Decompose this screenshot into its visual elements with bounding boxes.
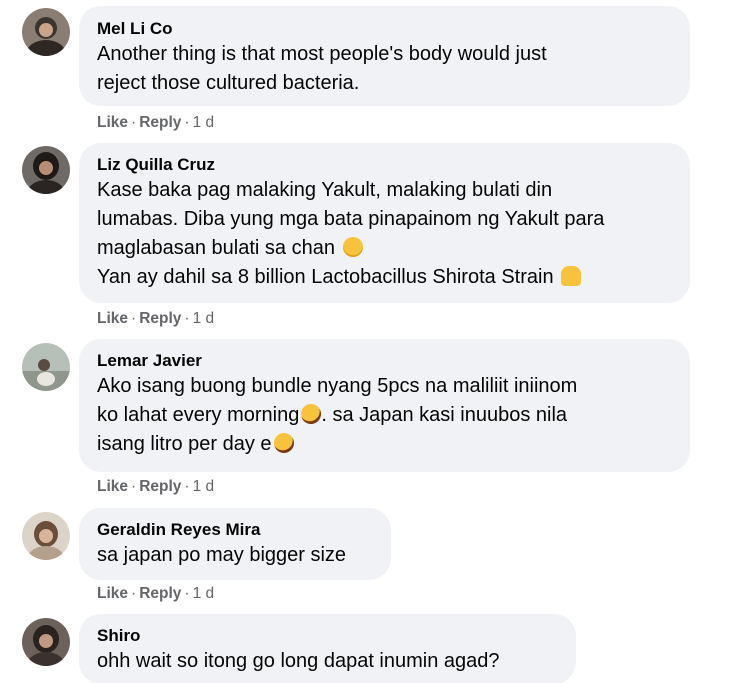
comment-bubble: Geraldin Reyes Mira sa japan po may bigg… (79, 508, 391, 580)
separator-dot: · (184, 310, 190, 327)
comment-time[interactable]: 1 d (193, 585, 215, 602)
reply-link[interactable]: Reply (139, 478, 181, 495)
comment-actions: Like · Reply · 1 d (97, 310, 214, 328)
avatar[interactable] (22, 8, 70, 56)
comment-line-text: isang litro per day e (97, 433, 272, 455)
raising-hands-icon (561, 266, 582, 286)
separator-dot: · (184, 585, 190, 602)
rofl-face-icon (270, 429, 297, 457)
comment-actions: Like · Reply · 1 d (97, 114, 214, 132)
comment-thread: Mel Li Co Another thing is that most peo… (0, 0, 750, 683)
comment-line: isang litro per day e (97, 429, 672, 459)
comment-line: Another thing is that most people's body… (97, 43, 547, 65)
comment-author[interactable]: Shiro (97, 625, 558, 647)
separator-dot: · (131, 114, 137, 131)
reply-link[interactable]: Reply (139, 114, 181, 131)
comment-line: Ako isang buong bundle nyang 5pcs na mal… (97, 375, 578, 397)
comment-line: ko lahat every morning . sa Japan kasi in… (97, 400, 672, 430)
comment-author[interactable]: Mel Li Co (97, 18, 672, 40)
comment-line: ohh wait so itong go long dapat inumin a… (97, 650, 500, 672)
separator-dot: · (131, 310, 137, 327)
comment-actions: Like · Reply · 1 d (97, 478, 214, 496)
like-link[interactable]: Like (97, 114, 128, 131)
comment-actions: Like · Reply · 1 d (97, 585, 214, 603)
comment-bubble: Mel Li Co Another thing is that most peo… (79, 6, 690, 106)
comment-line-text: . sa Japan kasi inuubos nila (321, 404, 568, 426)
comment-time[interactable]: 1 d (193, 114, 215, 131)
reply-link[interactable]: Reply (139, 310, 181, 327)
avatar[interactable] (22, 146, 70, 194)
comment-author[interactable]: Lemar Javier (97, 350, 672, 372)
like-link[interactable]: Like (97, 585, 128, 602)
comment-time[interactable]: 1 d (193, 478, 215, 495)
avatar[interactable] (22, 343, 70, 391)
grinning-face-icon (342, 237, 363, 257)
separator-dot: · (184, 114, 190, 131)
comment-line-text: ko lahat every morning (97, 404, 300, 426)
reply-link[interactable]: Reply (139, 585, 181, 602)
comment-bubble: Lemar Javier Ako isang buong bundle nyan… (79, 339, 690, 472)
comment-author[interactable]: Liz Quilla Cruz (97, 154, 672, 176)
comment-line: Kase baka pag malaking Yakult, malaking … (97, 179, 553, 201)
avatar[interactable] (22, 618, 70, 666)
comment-line-text: maglabasan bulati sa chan (97, 237, 335, 259)
like-link[interactable]: Like (97, 478, 128, 495)
comment-text: Ako isang buong bundle nyang 5pcs na mal… (97, 372, 672, 459)
comment-line: lumabas. Diba yung mga bata pinapainom n… (97, 208, 605, 230)
comment-author[interactable]: Geraldin Reyes Mira (97, 519, 373, 541)
like-link[interactable]: Like (97, 310, 128, 327)
avatar[interactable] (22, 512, 70, 560)
comment-text: ohh wait so itong go long dapat inumin a… (97, 647, 558, 676)
separator-dot: · (184, 478, 190, 495)
comment-line-text: Yan ay dahil sa 8 billion Lactobacillus … (97, 266, 554, 288)
comment-text: Kase baka pag malaking Yakult, malaking … (97, 176, 672, 292)
comment-bubble: Shiro ohh wait so itong go long dapat in… (79, 614, 576, 683)
comment-line: maglabasan bulati sa chan (97, 234, 672, 263)
comment-line: sa japan po may bigger size (97, 544, 347, 566)
separator-dot: · (131, 478, 137, 495)
comment-line: reject those cultured bacteria. (97, 72, 360, 94)
comment-time[interactable]: 1 d (193, 310, 215, 327)
comment-line: Yan ay dahil sa 8 billion Lactobacillus … (97, 263, 672, 292)
comment-bubble: Liz Quilla Cruz Kase baka pag malaking Y… (79, 143, 690, 303)
separator-dot: · (131, 585, 137, 602)
comment-text: Another thing is that most people's body… (97, 40, 672, 98)
comment-text: sa japan po may bigger size (97, 541, 373, 570)
